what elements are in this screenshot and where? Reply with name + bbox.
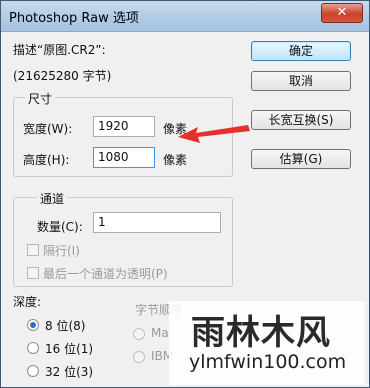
last-channel-transparent-label: 最后一个通道为透明(P) <box>43 267 168 281</box>
height-input[interactable]: 1080 <box>93 147 155 168</box>
channel-count-input[interactable]: 1 <box>93 212 221 233</box>
byte-order-mac-radio[interactable] <box>133 328 145 340</box>
ok-button[interactable]: 确定 <box>251 41 351 61</box>
title-bar[interactable]: Photoshop Raw 选项 ✕ <box>1 1 369 32</box>
file-size-text: (21625280 字节) <box>13 69 112 83</box>
dimensions-legend: 尺寸 <box>25 90 56 107</box>
cancel-button[interactable]: 取消 <box>251 71 351 91</box>
arrow-icon <box>178 125 250 143</box>
height-label: 高度(H): <box>23 153 70 167</box>
swap-dimensions-button[interactable]: 长宽互换(S) <box>251 110 351 130</box>
depth-32bit-radio[interactable] <box>27 365 39 377</box>
description-label: 描述“原图.CR2”: <box>13 43 106 57</box>
depth-16bit-label: 16 位(1) <box>45 342 94 356</box>
estimate-button[interactable]: 估算(G) <box>251 149 351 169</box>
channel-count-label: 数量(C): <box>37 220 83 234</box>
width-label: 宽度(W): <box>23 122 73 136</box>
watermark-title: 雨林木风 <box>191 313 331 353</box>
height-unit: 像素 <box>163 153 188 167</box>
depth-8bit-label: 8 位(8) <box>45 319 86 333</box>
interleaved-checkbox[interactable] <box>27 244 39 256</box>
channels-legend: 通道 <box>37 190 68 207</box>
dialog-window: Photoshop Raw 选项 ✕ 描述“原图.CR2”: (21625280… <box>0 0 370 388</box>
window-title: Photoshop Raw 选项 <box>9 11 139 26</box>
last-channel-transparent-checkbox[interactable] <box>27 267 39 279</box>
watermark: 雨林木风 ylmfwin100.com <box>169 301 365 385</box>
depth-label: 深度: <box>13 295 42 309</box>
depth-16bit-radio[interactable] <box>27 342 39 354</box>
byte-order-mac-label: Ma <box>151 326 169 340</box>
width-input[interactable]: 1920 <box>93 116 155 137</box>
watermark-url: ylmfwin100.com <box>189 351 347 373</box>
depth-8bit-radio[interactable] <box>27 319 39 331</box>
close-button[interactable]: ✕ <box>321 3 363 23</box>
byte-order-ibm-radio[interactable] <box>133 351 145 363</box>
depth-32bit-label: 32 位(3) <box>45 365 94 379</box>
interleaved-label: 隔行(I) <box>43 244 80 258</box>
